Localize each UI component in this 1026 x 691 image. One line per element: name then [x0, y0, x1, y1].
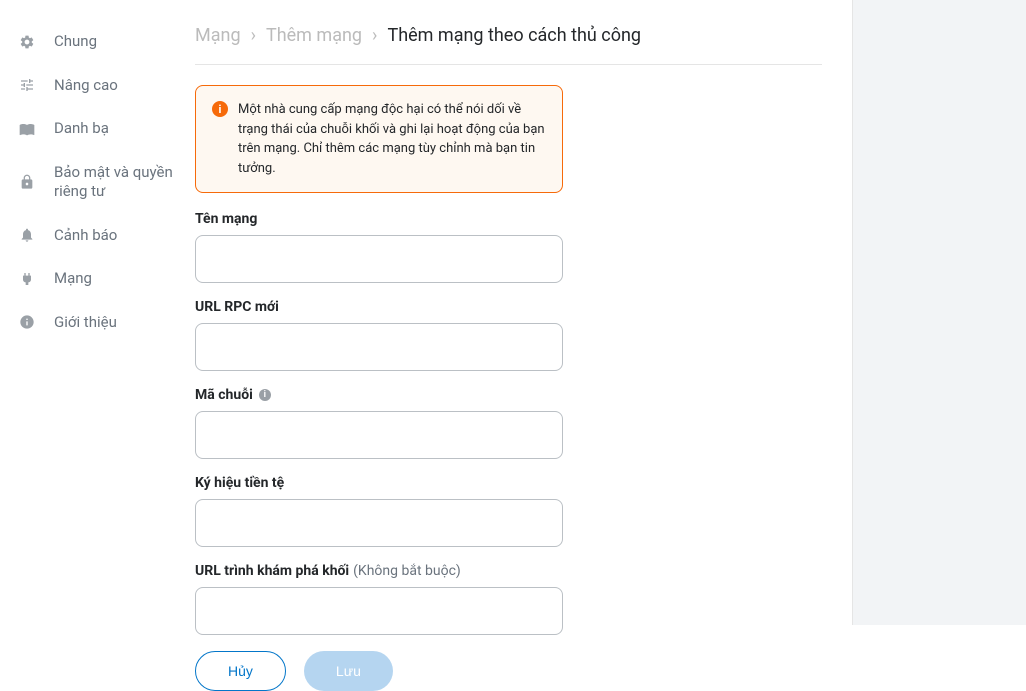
sidebar-label: Giới thiệu [54, 313, 117, 333]
form-group-chain-id: Mã chuỗi i [195, 387, 822, 459]
sidebar-label: Bảo mật và quyền riêng tư [54, 163, 195, 202]
warning-text: Một nhà cung cấp mạng độc hại có thể nói… [238, 100, 546, 178]
breadcrumb-mid[interactable]: Thêm mạng [266, 25, 362, 46]
warning-icon: i [212, 101, 228, 117]
sidebar-item-alerts[interactable]: Cảnh báo [18, 214, 195, 258]
sidebar-label: Danh bạ [54, 119, 109, 139]
sidebar-label: Nâng cao [54, 76, 118, 96]
sidebar-label: Mạng [54, 269, 92, 289]
input-rpc-url[interactable] [195, 323, 563, 371]
label-chain-id: Mã chuỗi i [195, 387, 822, 403]
sidebar-item-networks[interactable]: Mạng [18, 257, 195, 301]
button-row: Hủy Lưu [195, 651, 822, 691]
input-currency-symbol[interactable] [195, 499, 563, 547]
chevron-right-icon: › [372, 25, 377, 46]
label-rpc-url: URL RPC mới [195, 299, 822, 315]
bell-icon [18, 226, 36, 244]
input-network-name[interactable] [195, 235, 563, 283]
sidebar-item-contacts[interactable]: Danh bạ [18, 107, 195, 151]
chevron-right-icon: › [251, 25, 256, 46]
form-group-network-name: Tên mạng [195, 211, 822, 283]
info-icon [18, 313, 36, 331]
content-area: Mạng › Thêm mạng › Thêm mạng theo cách t… [195, 0, 852, 625]
save-button[interactable]: Lưu [304, 651, 393, 691]
form-group-rpc-url: URL RPC mới [195, 299, 822, 371]
label-explorer-url-text: URL trình khám phá khối [195, 563, 349, 579]
main-area: Chung Nâng cao Danh bạ Bảo mật và quyền … [0, 0, 852, 625]
label-optional: (Không bắt buộc) [353, 563, 461, 579]
sidebar-item-general[interactable]: Chung [18, 20, 195, 64]
contacts-icon [18, 120, 36, 138]
label-explorer-url: URL trình khám phá khối (Không bắt buộc) [195, 563, 822, 579]
cancel-button[interactable]: Hủy [195, 651, 286, 691]
gear-icon [18, 33, 36, 51]
form-group-explorer-url: URL trình khám phá khối (Không bắt buộc) [195, 563, 822, 635]
sidebar-item-about[interactable]: Giới thiệu [18, 301, 195, 345]
settings-sidebar: Chung Nâng cao Danh bạ Bảo mật và quyền … [0, 0, 195, 625]
sidebar-item-security[interactable]: Bảo mật và quyền riêng tư [18, 151, 195, 214]
input-explorer-url[interactable] [195, 587, 563, 635]
plug-icon [18, 270, 36, 288]
label-network-name: Tên mạng [195, 211, 822, 227]
lock-icon [18, 173, 36, 191]
input-chain-id[interactable] [195, 411, 563, 459]
breadcrumb-current: Thêm mạng theo cách thủ công [387, 25, 641, 46]
breadcrumb-root[interactable]: Mạng [195, 25, 241, 46]
sliders-icon [18, 76, 36, 94]
label-chain-id-text: Mã chuỗi [195, 387, 253, 403]
label-currency-symbol: Ký hiệu tiền tệ [195, 475, 822, 491]
right-panel [852, 0, 1026, 625]
sidebar-item-advanced[interactable]: Nâng cao [18, 64, 195, 108]
tooltip-icon[interactable]: i [259, 389, 271, 401]
breadcrumb: Mạng › Thêm mạng › Thêm mạng theo cách t… [195, 25, 822, 65]
form-group-currency-symbol: Ký hiệu tiền tệ [195, 475, 822, 547]
sidebar-label: Chung [54, 32, 97, 52]
warning-banner: i Một nhà cung cấp mạng độc hại có thể n… [195, 85, 563, 193]
sidebar-label: Cảnh báo [54, 226, 117, 246]
